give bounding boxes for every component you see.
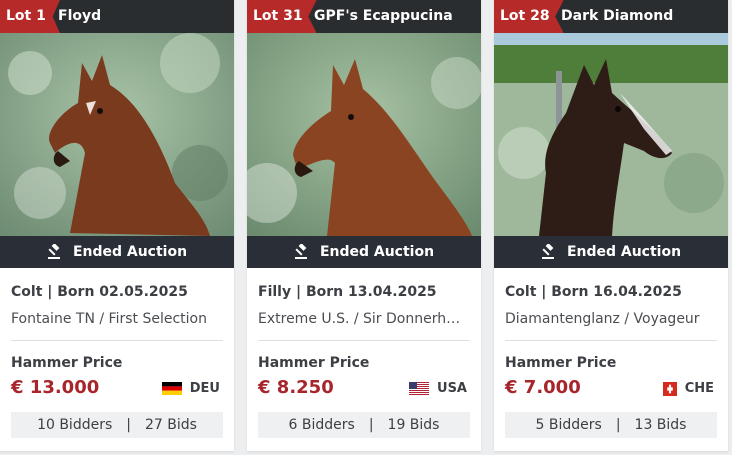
lot-number-badge: Lot 28 [494,0,564,33]
gavel-icon [47,244,60,259]
hammer-price-value: € 13.000 [11,377,100,398]
lot-number-badge: Lot 31 [247,0,317,33]
gavel-icon [294,244,307,259]
auction-results-grid: Lot 1 Floyd Ended Auction Colt | Born 02… [0,0,732,455]
foal-photo[interactable] [0,33,234,236]
bids-summary: 10 Bidders | 27 Bids [11,412,223,438]
bidders-count: 6 Bidders [288,417,355,433]
horse-name[interactable]: Floyd [58,0,101,33]
horse-name[interactable]: GPF's Ecappucina [314,0,453,33]
country-code: DEU [189,381,220,396]
foal-photo[interactable] [247,33,481,236]
separator: | [126,417,131,433]
pedigree: Diamantenglanz / Voyageur [505,311,700,327]
lot-card-1[interactable]: Lot 1 Floyd Ended Auction Colt | Born 02… [0,0,234,451]
sex-and-birthdate: Filly | Born 13.04.2025 [258,284,437,300]
separator: | [368,417,374,433]
foal-photo[interactable] [494,33,728,236]
bids-count: 13 Bids [634,417,687,433]
hammer-price-value: € 8.250 [258,377,334,398]
bidders-count: 5 Bidders [535,417,602,433]
usa-flag-icon [409,382,430,395]
buyer-country: DEU [161,381,220,396]
bids-summary: 6 Bidders | 19 Bids [258,412,470,438]
card-header: Lot 31 GPF's Ecappucina [247,0,481,33]
lot-number-badge: Lot 1 [0,0,60,33]
pedigree: Extreme U.S. / Sir Donnerh… [258,311,461,327]
hammer-price-label: Hammer Price [258,355,370,371]
divider [505,340,717,341]
country-code: USA [437,381,467,396]
bidders-count: 10 Bidders [37,417,113,433]
lot-card-28[interactable]: Lot 28 Dark Diamond Ended Auction Colt |… [494,0,728,451]
bids-summary: 5 Bidders | 13 Bids [505,412,717,438]
buyer-country: USA [409,381,467,396]
hammer-price-value: € 7.000 [505,377,581,398]
lot-card-31[interactable]: Lot 31 GPF's Ecappucina Ended Auction Fi… [247,0,481,451]
country-code: CHE [684,381,714,396]
card-header: Lot 1 Floyd [0,0,234,33]
auction-status-label: Ended Auction [319,244,435,260]
ended-auction-bar: Ended Auction [0,236,234,268]
germany-flag-icon [161,382,182,395]
separator: | [615,417,621,433]
switzerland-flag-icon [662,381,677,396]
divider [11,340,223,341]
buyer-country: CHE [662,381,714,396]
auction-status-label: Ended Auction [566,244,682,260]
bids-count: 27 Bids [144,417,197,433]
auction-status-label: Ended Auction [72,244,188,260]
hammer-price-label: Hammer Price [11,355,123,371]
gavel-icon [541,244,554,259]
ended-auction-bar: Ended Auction [247,236,481,268]
hammer-price-label: Hammer Price [505,355,617,371]
sex-and-birthdate: Colt | Born 16.04.2025 [505,284,682,300]
ended-auction-bar: Ended Auction [494,236,728,268]
sex-and-birthdate: Colt | Born 02.05.2025 [11,284,188,300]
horse-name[interactable]: Dark Diamond [561,0,673,33]
bids-count: 19 Bids [387,417,440,433]
pedigree: Fontaine TN / First Selection [11,311,207,327]
divider [258,340,470,341]
card-header: Lot 28 Dark Diamond [494,0,728,33]
